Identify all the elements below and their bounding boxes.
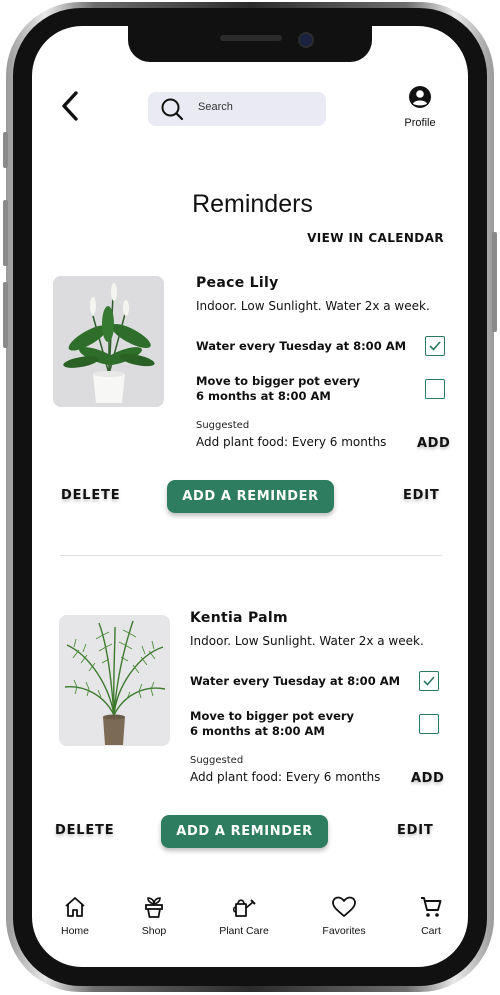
edit-button[interactable]: EDIT: [397, 823, 434, 838]
peace-lily-image: [53, 276, 164, 407]
speaker: [220, 35, 282, 41]
plant-image: [53, 276, 164, 407]
plant-image: [59, 615, 170, 746]
profile-label: Profile: [404, 117, 436, 129]
heart-icon: [332, 896, 356, 917]
add-suggestion-button[interactable]: ADD: [417, 436, 450, 451]
tab-label: Cart: [421, 925, 441, 937]
kentia-palm-image: [59, 615, 170, 746]
reminder-checkbox[interactable]: [419, 714, 439, 734]
add-reminder-button[interactable]: ADD A REMINDER: [161, 815, 328, 848]
notch: [128, 22, 372, 62]
tab-shop[interactable]: Shop: [119, 895, 189, 937]
profile-button[interactable]: Profile: [396, 84, 444, 136]
reminder-text-line: 6 months at 8:00 AM: [196, 389, 331, 403]
page-title: Reminders: [192, 190, 313, 218]
front-camera: [298, 32, 314, 48]
reminder-text-line: Move to bigger pot every: [196, 374, 361, 388]
tab-label: Home: [60, 925, 89, 937]
search-icon: [161, 98, 184, 121]
home-icon: [65, 897, 85, 917]
edit-button[interactable]: EDIT: [403, 488, 440, 503]
plant-description: Indoor. Low Sunlight. Water 2x a week.: [196, 299, 430, 313]
view-in-calendar-link[interactable]: VIEW IN CALENDAR: [300, 231, 444, 245]
add-reminder-button[interactable]: ADD A REMINDER: [167, 480, 334, 513]
cart-icon: [421, 897, 442, 917]
volume-up-button: [3, 200, 8, 266]
user-icon: [409, 86, 431, 108]
add-suggestion-button[interactable]: ADD: [411, 771, 444, 786]
reminder-text: Water every Tuesday at 8:00 AM: [196, 339, 407, 353]
plant-pot-icon: [145, 897, 163, 918]
reminder-text: Move to bigger pot every 6 months at 8:0…: [196, 374, 360, 404]
mute-switch: [3, 132, 8, 168]
suggested-label: Suggested: [196, 420, 250, 431]
delete-button[interactable]: DELETE: [61, 488, 120, 503]
back-button[interactable]: [58, 90, 88, 122]
reminder-checkbox[interactable]: [419, 671, 439, 691]
search-input[interactable]: Search: [148, 92, 326, 126]
reminder-text: Water every Tuesday at 8:00 AM: [190, 674, 401, 688]
tab-cart[interactable]: Cart: [396, 895, 466, 937]
chevron-left-icon: [62, 91, 78, 121]
suggested-text: Add plant food: Every 6 months: [196, 435, 387, 449]
tab-label: Favorites: [322, 925, 366, 937]
suggested-text: Add plant food: Every 6 months: [190, 770, 381, 784]
reminder-text-line: 6 months at 8:00 AM: [190, 724, 325, 738]
tab-home[interactable]: Home: [40, 895, 110, 937]
checkmark-icon: [429, 341, 441, 351]
delete-button[interactable]: DELETE: [55, 823, 114, 838]
watering-can-icon: [232, 899, 256, 917]
plant-name: Kentia Palm: [190, 610, 288, 626]
power-button: [492, 232, 497, 332]
tab-plant-care[interactable]: Plant Care: [209, 895, 279, 937]
suggested-label: Suggested: [190, 755, 244, 766]
checkmark-icon: [423, 676, 435, 686]
plant-description: Indoor. Low Sunlight. Water 2x a week.: [190, 634, 424, 648]
tab-favorites[interactable]: Favorites: [309, 895, 379, 937]
tab-label: Shop: [141, 925, 167, 937]
search-placeholder: Search: [198, 101, 233, 113]
plant-name: Peace Lily: [196, 275, 279, 291]
reminder-text-line: Move to bigger pot every: [190, 709, 355, 723]
card-divider: [60, 555, 442, 556]
reminder-text: Move to bigger pot every 6 months at 8:0…: [190, 709, 354, 739]
tab-label: Plant Care: [219, 925, 269, 937]
volume-down-button: [3, 282, 8, 348]
reminder-checkbox[interactable]: [425, 336, 445, 356]
reminder-checkbox[interactable]: [425, 379, 445, 399]
